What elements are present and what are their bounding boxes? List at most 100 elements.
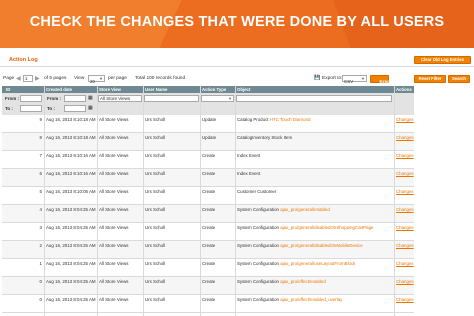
changes-link[interactable]: Changes	[396, 279, 414, 285]
cell-user-name: Urs Scholl	[145, 171, 166, 176]
table-row: 9 Aug 16, 2013 8:10:18 AM All Store Views U…	[2, 115, 414, 133]
column-divider	[235, 86, 236, 316]
cell-id: 0	[39, 297, 42, 302]
export-button-label: Export	[379, 79, 393, 84]
date-from-input[interactable]	[64, 95, 86, 102]
pages-count: of 5 pages	[44, 76, 67, 81]
table-row: 3 Aug 16, 2013 8:04:25 AM All Store Views U…	[2, 223, 414, 241]
object-link[interactable]: ajax_pro/effect/enabled	[280, 279, 326, 284]
object-link[interactable]: ajax_pro/effect/enabled_overlay	[280, 297, 342, 302]
cell-object: System Configuration ajax_pro/effect/ena…	[237, 297, 343, 302]
changes-link[interactable]: Changes	[396, 261, 414, 267]
view-label: View	[74, 76, 85, 81]
per-page-select[interactable]: 20 ▼	[88, 75, 105, 84]
cell-object: System Configuration ajax_pro/general/di…	[237, 243, 363, 248]
chevron-down-icon: ▼	[228, 96, 232, 101]
changes-link[interactable]: Changes	[396, 243, 414, 249]
cell-user-name: Urs Scholl	[145, 279, 166, 284]
object-link[interactable]: ajax_pro/general/disabledOnShoppingCartP…	[280, 225, 373, 230]
changes-link[interactable]: Changes	[396, 225, 414, 231]
cell-action-type: Create	[202, 279, 216, 284]
changes-link[interactable]: Changes	[396, 171, 414, 177]
export-icon: 💾	[314, 75, 321, 81]
column-header-created-date[interactable]: Created date	[46, 87, 72, 92]
changes-link[interactable]: Changes	[396, 297, 414, 303]
cell-user-name: Urs Scholl	[145, 243, 166, 248]
cell-action-type: Create	[202, 225, 216, 230]
column-header-user-name[interactable]: User Name	[145, 87, 167, 92]
table-row: 1 Aug 16, 2013 8:04:25 AM All Store Views U…	[2, 259, 414, 277]
page-title: Action Log	[9, 57, 38, 63]
table-row: 6 Aug 16, 2013 8:10:16 AM All Store Views U…	[2, 169, 414, 187]
cell-id: 6	[39, 171, 42, 176]
object-link[interactable]: ajax_pro/general/enabled	[280, 207, 330, 212]
reset-filter-button[interactable]: Reset Filter	[414, 75, 446, 83]
cell-store-view: All Store Views	[99, 189, 129, 194]
action-type-filter-select[interactable]: ▼	[201, 95, 234, 102]
cell-id: 8	[39, 135, 42, 140]
date-to-input[interactable]	[64, 105, 86, 112]
object-link[interactable]: HTC Touch Diamond	[270, 117, 311, 122]
cell-object: System Configuration ajax_pro/effect/ena…	[237, 279, 326, 284]
changes-link[interactable]: Changes	[396, 207, 414, 213]
cell-action-type: Create	[202, 207, 216, 212]
reset-filter-label: Reset Filter	[418, 76, 442, 81]
object-link[interactable]: ajax_pro/general/disabledOnMobileDevice	[280, 243, 363, 248]
changes-link[interactable]: Changes	[396, 117, 414, 123]
id-from-label: From :	[5, 96, 19, 101]
store-view-filter-select[interactable]: All Store Views	[98, 95, 142, 102]
per-page-value: 20	[90, 79, 96, 84]
table-row: 5 Aug 16, 2013 8:10:05 AM All Store Views U…	[2, 187, 414, 205]
column-divider	[394, 86, 395, 316]
cell-id: 2	[39, 243, 42, 248]
export-format-select[interactable]: CSV ▼	[342, 75, 367, 84]
column-header-action-type[interactable]: Action Type	[202, 87, 226, 92]
column-divider	[143, 86, 144, 316]
prev-page-icon[interactable]: ◀	[16, 75, 21, 82]
cell-action-type: Update	[202, 135, 217, 140]
calendar-icon[interactable]: ▦	[88, 105, 93, 111]
cell-user-name: Urs Scholl	[145, 261, 166, 266]
search-button[interactable]: Search	[448, 75, 470, 83]
next-page-icon[interactable]: ▶	[35, 75, 40, 82]
banner-title: CHECK THE CHANGES THAT WERE DONE BY ALL …	[29, 14, 445, 30]
cell-id: 4	[39, 207, 42, 212]
id-to-input[interactable]	[20, 105, 42, 112]
cell-created-date: Aug 16, 2013 8:10:18 AM	[46, 117, 96, 122]
chevron-down-icon: ▼	[99, 76, 103, 81]
cell-store-view: All Store Views	[99, 225, 129, 230]
column-divider	[44, 86, 45, 316]
cell-store-view: All Store Views	[99, 171, 129, 176]
cell-action-type: Create	[202, 153, 216, 158]
cell-store-view: All Store Views	[99, 261, 129, 266]
page-input[interactable]: 1	[23, 75, 33, 82]
store-view-filter-value: All Store Views	[100, 96, 131, 101]
cell-store-view: All Store Views	[99, 153, 129, 158]
object-link[interactable]: ajax_pro/general/useLayoutFromBlock	[280, 261, 355, 266]
table-row: 2 Aug 16, 2013 8:04:25 AM All Store Views U…	[2, 241, 414, 259]
column-header-id[interactable]: ID	[6, 87, 10, 92]
column-header-store-view[interactable]: Store View	[99, 87, 121, 92]
cell-object: System Configuration ajax_pro/general/di…	[237, 225, 374, 230]
cell-created-date: Aug 16, 2013 8:04:25 AM	[46, 225, 96, 230]
export-button[interactable]: Export	[370, 75, 393, 84]
table-row: 8 Aug 16, 2013 8:10:18 AM All Store Views U…	[2, 133, 414, 151]
date-to-label: To :	[47, 106, 55, 111]
column-header-object[interactable]: Object	[237, 87, 250, 92]
changes-link[interactable]: Changes	[396, 135, 414, 141]
calendar-icon[interactable]: ▦	[88, 95, 93, 101]
object-filter-input[interactable]	[236, 95, 392, 102]
changes-link[interactable]: Changes	[396, 153, 414, 159]
cell-created-date: Aug 16, 2013 8:10:16 AM	[46, 153, 96, 158]
grid-filter-row: From : To : From : ▦ To : ▦ All Store Vi…	[2, 93, 414, 115]
changes-link[interactable]: Changes	[396, 189, 414, 195]
cell-id: 5	[39, 189, 42, 194]
cell-user-name: Urs Scholl	[145, 225, 166, 230]
per-page-label: per page	[108, 76, 127, 81]
cell-created-date: Aug 16, 2013 8:10:05 AM	[46, 189, 96, 194]
user-name-filter-input[interactable]	[144, 95, 199, 102]
cell-id: 3	[39, 225, 42, 230]
cell-id: 1	[39, 261, 42, 266]
clear-log-button[interactable]: Clear Old Log Entries	[414, 56, 471, 64]
id-from-input[interactable]	[20, 95, 42, 102]
